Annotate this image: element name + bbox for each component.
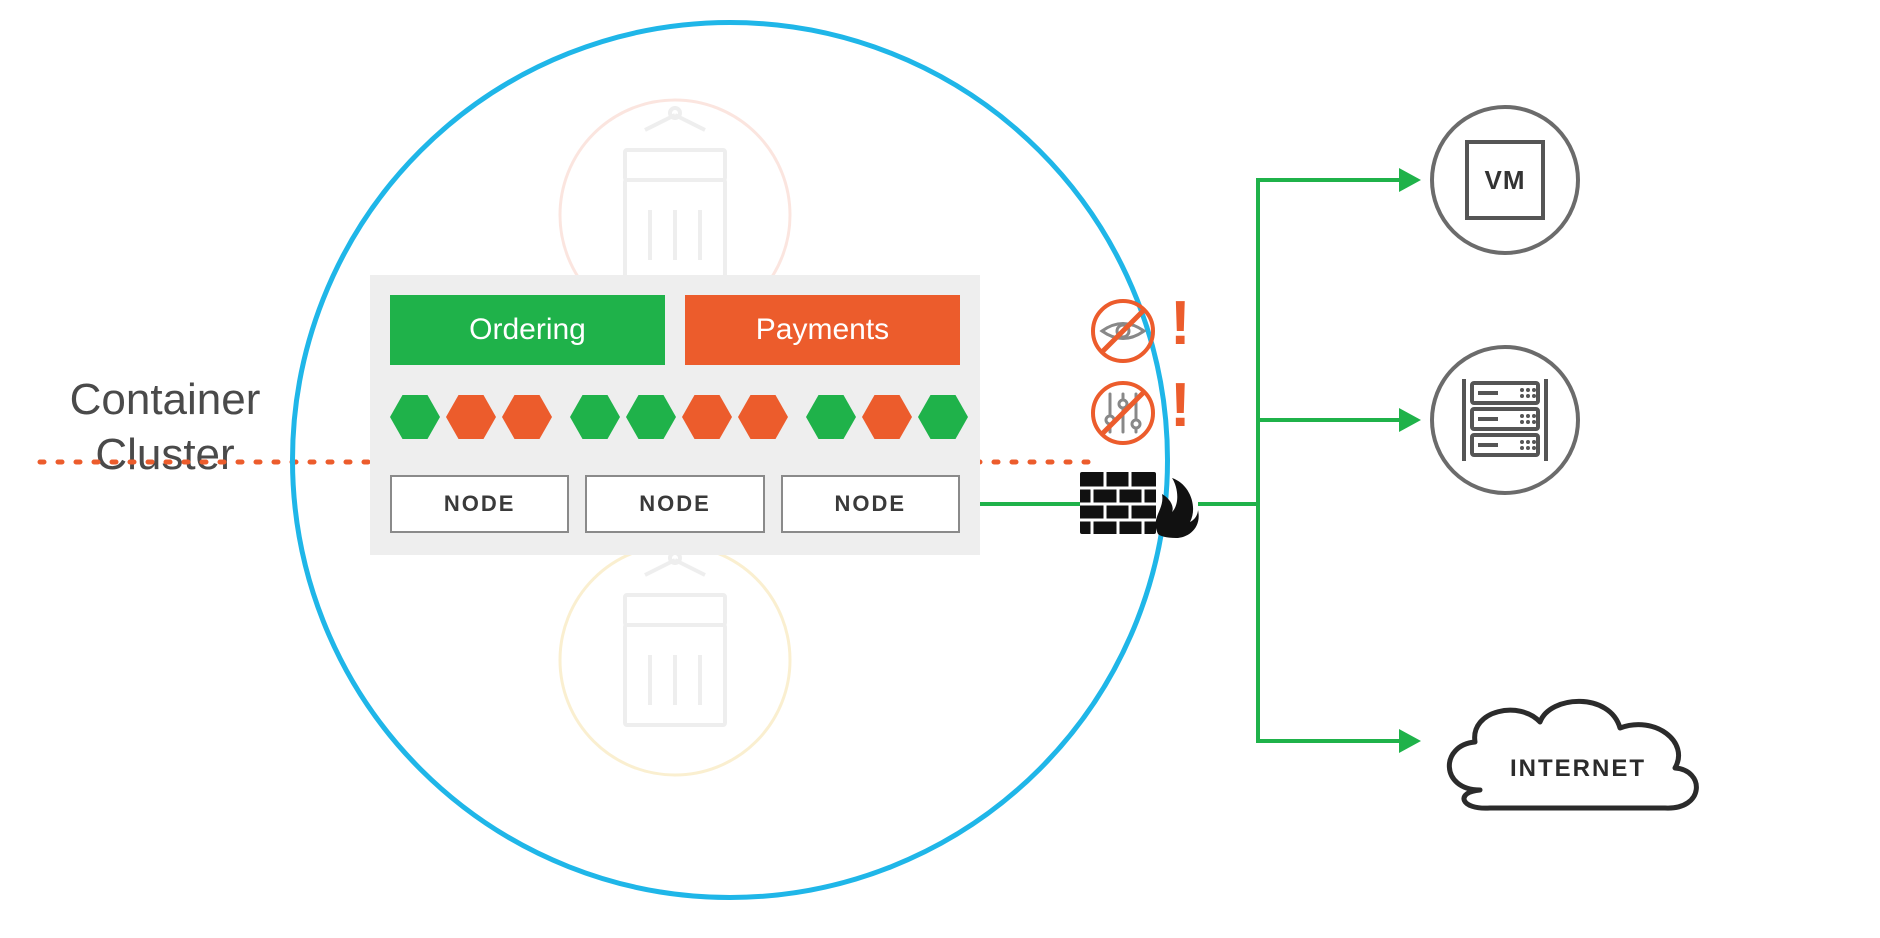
arrow-head-servers	[1399, 408, 1423, 432]
connector-to-internet	[1256, 739, 1403, 743]
pods-hexagon-row	[390, 387, 960, 457]
pod-hexagon	[570, 395, 620, 439]
node-label: NODE	[444, 491, 516, 517]
vm-box: VM	[1465, 140, 1545, 220]
crane-container-bottom-icon	[555, 540, 795, 780]
firewall-icon	[1080, 462, 1200, 542]
node-box: NODE	[781, 475, 960, 533]
pod-hexagon	[738, 395, 788, 439]
server-rack-icon	[1450, 365, 1560, 475]
node-row: NODE NODE NODE	[390, 475, 960, 533]
pod-hexagon	[682, 395, 732, 439]
pod-hexagon	[626, 395, 676, 439]
exclaim-1: !	[1170, 288, 1191, 359]
exclaim-text: !	[1170, 371, 1191, 440]
exclaim-2: !	[1170, 370, 1191, 441]
arrow-head-vm	[1399, 168, 1423, 192]
pod-hexagon	[806, 395, 856, 439]
vm-label: VM	[1485, 165, 1526, 196]
connector-to-servers	[1256, 418, 1403, 422]
node-box: NODE	[390, 475, 569, 533]
cluster-panel: Ordering Payments NODE NODE NODE	[370, 275, 980, 555]
connector-firewall-to-trunk	[1198, 502, 1260, 506]
no-visibility-icon	[1090, 298, 1156, 364]
connector-vertical-trunk	[1256, 178, 1260, 743]
connector-node-to-firewall	[980, 502, 1080, 506]
ordering-service: Ordering	[390, 295, 665, 365]
ordering-label: Ordering	[469, 313, 586, 347]
internet-label-text: INTERNET	[1510, 755, 1646, 782]
pod-hexagon	[918, 395, 968, 439]
connector-to-vm	[1256, 178, 1403, 182]
pod-hexagon	[390, 395, 440, 439]
pod-hexagon	[446, 395, 496, 439]
destination-vm: VM	[1430, 105, 1580, 255]
internet-label: INTERNET	[1510, 755, 1646, 783]
pod-hexagon	[862, 395, 912, 439]
payments-label: Payments	[756, 313, 889, 347]
pod-hexagon	[502, 395, 552, 439]
no-control-icon	[1090, 380, 1156, 446]
destination-internet-cloud-icon	[1420, 670, 1720, 830]
exclaim-text: !	[1170, 289, 1191, 358]
diagram-canvas: Container Cluster	[0, 0, 1880, 938]
payments-service: Payments	[685, 295, 960, 365]
destination-servers	[1430, 345, 1580, 495]
service-row: Ordering Payments	[390, 295, 960, 365]
node-label: NODE	[639, 491, 711, 517]
node-label: NODE	[835, 491, 907, 517]
node-box: NODE	[585, 475, 764, 533]
